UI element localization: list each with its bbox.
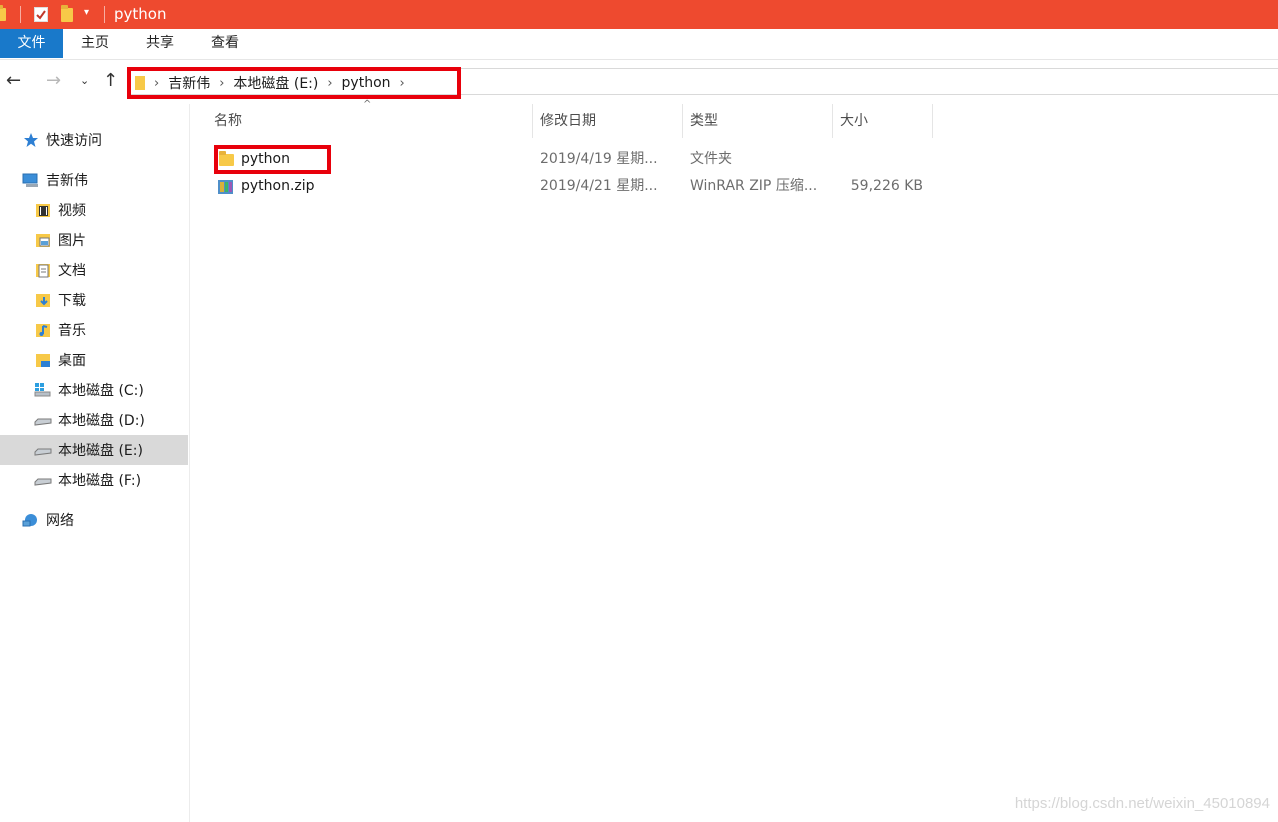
column-header-type[interactable]: 类型 bbox=[683, 104, 833, 138]
sidebar-item-quick-access[interactable]: 快速访问 bbox=[22, 125, 182, 155]
sidebar-item-label: 本地磁盘 (F:) bbox=[58, 473, 142, 489]
sidebar-item-pictures[interactable]: 图片 bbox=[34, 225, 184, 255]
ribbon-tabs: 文件 主页 共享 查看 bbox=[0, 29, 1278, 60]
file-row[interactable]: python.zip 2019/4/21 星期... WinRAR ZIP 压缩… bbox=[214, 173, 934, 200]
sidebar-item-label: 音乐 bbox=[58, 323, 86, 339]
music-folder-icon bbox=[34, 321, 52, 339]
tab-view[interactable]: 查看 bbox=[200, 29, 250, 58]
file-type: 文件夹 bbox=[690, 151, 732, 167]
sort-up-icon: ^ bbox=[363, 99, 372, 110]
sidebar-item-label: 快速访问 bbox=[46, 133, 102, 149]
pictures-folder-icon bbox=[34, 231, 52, 249]
sidebar-item-label: 网络 bbox=[46, 513, 74, 529]
file-date: 2019/4/19 星期... bbox=[540, 151, 658, 167]
properties-icon[interactable] bbox=[34, 7, 48, 22]
sidebar-item-label: 本地磁盘 (E:) bbox=[58, 443, 143, 459]
drive-icon bbox=[34, 441, 52, 459]
winrar-zip-icon bbox=[217, 178, 234, 195]
forward-icon[interactable]: → bbox=[46, 70, 61, 91]
sidebar-item-drive-c[interactable]: 本地磁盘 (C:) bbox=[34, 375, 184, 405]
windows-drive-icon bbox=[34, 381, 52, 399]
sidebar-item-drive-e[interactable]: 本地磁盘 (E:) bbox=[0, 435, 188, 465]
separator bbox=[20, 6, 21, 23]
sidebar-item-videos[interactable]: 视频 bbox=[34, 195, 184, 225]
back-icon[interactable]: ← bbox=[6, 70, 21, 91]
star-icon bbox=[22, 131, 40, 149]
separator bbox=[104, 6, 105, 23]
downloads-folder-icon bbox=[34, 291, 52, 309]
sidebar-item-label: 本地磁盘 (D:) bbox=[58, 413, 145, 429]
recent-locations-icon[interactable]: ⌄ bbox=[80, 74, 89, 87]
sidebar-item-label: 桌面 bbox=[58, 353, 86, 369]
drive-icon bbox=[34, 471, 52, 489]
watermark: https://blog.csdn.net/weixin_45010894 bbox=[1014, 795, 1270, 812]
sidebar-item-drive-f[interactable]: 本地磁盘 (F:) bbox=[34, 465, 184, 495]
file-name: python.zip bbox=[241, 178, 315, 194]
drive-icon bbox=[34, 411, 52, 429]
network-icon bbox=[22, 511, 40, 529]
sidebar-item-drive-d[interactable]: 本地磁盘 (D:) bbox=[34, 405, 184, 435]
video-folder-icon bbox=[34, 201, 52, 219]
tab-share[interactable]: 共享 bbox=[135, 29, 185, 58]
sidebar-item-documents[interactable]: 文档 bbox=[34, 255, 184, 285]
sidebar-item-music[interactable]: 音乐 bbox=[34, 315, 184, 345]
desktop-folder-icon bbox=[34, 351, 52, 369]
up-icon[interactable]: ↑ bbox=[103, 70, 118, 91]
tab-file[interactable]: 文件 bbox=[0, 29, 63, 58]
sidebar-item-label: 文档 bbox=[58, 263, 86, 279]
new-folder-icon[interactable] bbox=[61, 5, 73, 25]
file-date: 2019/4/21 星期... bbox=[540, 178, 658, 194]
sidebar-item-label: 吉新伟 bbox=[46, 173, 88, 189]
tab-home[interactable]: 主页 bbox=[70, 29, 120, 58]
title-bar: ▾ python bbox=[0, 0, 1278, 29]
sidebar-item-label: 下载 bbox=[58, 293, 86, 309]
sidebar-item-downloads[interactable]: 下载 bbox=[34, 285, 184, 315]
highlight-box-folder bbox=[214, 145, 331, 174]
navigation-pane: 快速访问 吉新伟 视频 图片 文档 下载 音乐 桌面 本地磁盘 (C:) 本地磁… bbox=[0, 104, 190, 822]
highlight-box-address bbox=[127, 67, 461, 99]
address-row: ← → ⌄ ↑ › 吉新伟 › 本地磁盘 (E:) › python › bbox=[0, 60, 1278, 104]
sidebar-item-label: 本地磁盘 (C:) bbox=[58, 383, 144, 399]
customize-toolbar-icon[interactable]: ▾ bbox=[84, 7, 89, 24]
file-type: WinRAR ZIP 压缩... bbox=[690, 178, 818, 194]
file-size bbox=[833, 146, 923, 173]
sidebar-item-network[interactable]: 网络 bbox=[22, 505, 182, 535]
documents-folder-icon bbox=[34, 261, 52, 279]
column-header-size[interactable]: 大小 bbox=[833, 104, 933, 138]
window-title: python bbox=[114, 5, 167, 23]
column-header-date[interactable]: 修改日期 bbox=[533, 104, 683, 138]
sidebar-item-label: 图片 bbox=[58, 233, 86, 249]
sidebar-item-desktop[interactable]: 桌面 bbox=[34, 345, 184, 375]
file-size: 59,226 KB bbox=[850, 178, 923, 194]
sidebar-item-label: 视频 bbox=[58, 203, 86, 219]
sidebar-item-pc[interactable]: 吉新伟 bbox=[22, 165, 182, 195]
folder-icon bbox=[0, 5, 6, 25]
computer-icon bbox=[22, 171, 40, 189]
